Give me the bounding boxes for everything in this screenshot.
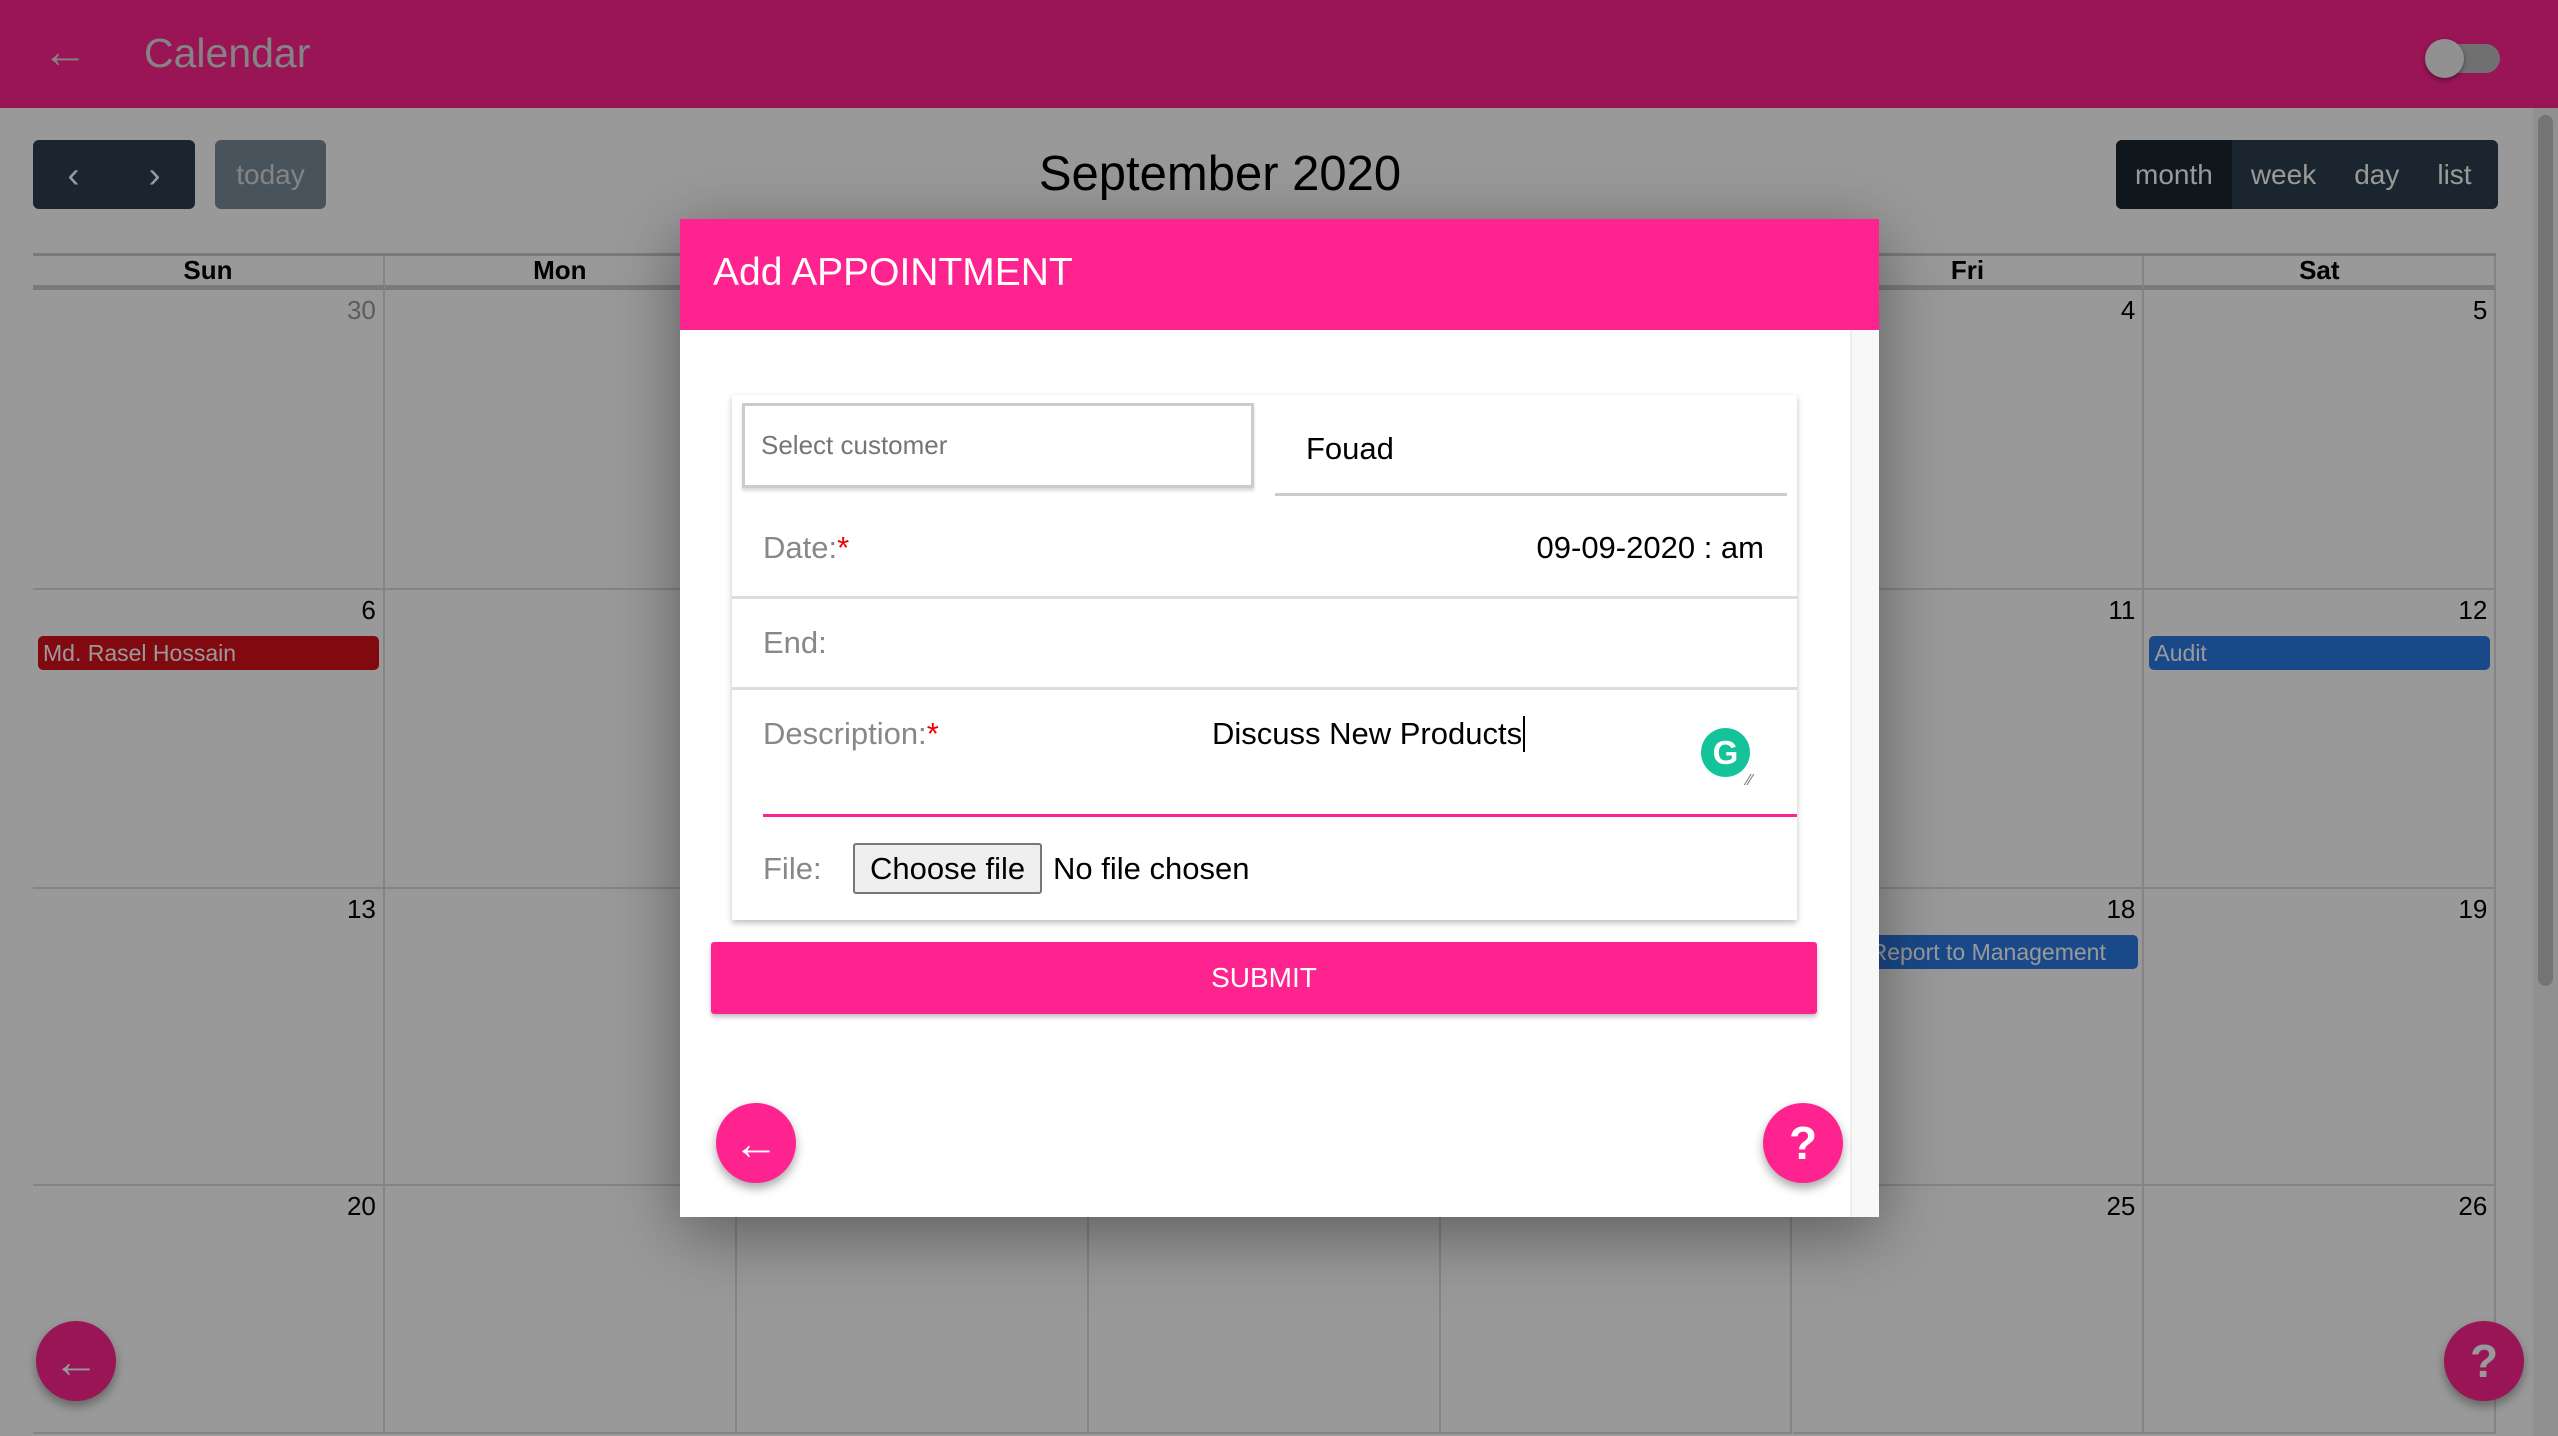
grammarly-icon[interactable]: G [1701, 728, 1750, 777]
end-row[interactable]: End: [732, 599, 1797, 690]
date-value[interactable]: 09-09-2020 : am [1537, 530, 1764, 566]
description-label: Description:* [763, 716, 939, 752]
required-mark: * [926, 716, 939, 751]
modal-back-fab[interactable]: ← [716, 1103, 796, 1183]
required-mark: * [837, 530, 850, 565]
no-file-text: No file chosen [1053, 851, 1250, 886]
description-label-text: Description: [763, 716, 927, 751]
resize-handle-icon[interactable]: ⁄⁄ [1747, 772, 1752, 790]
select-customer-input[interactable] [742, 403, 1254, 488]
file-label: File: [763, 851, 822, 886]
description-textarea[interactable]: Discuss New Products [1212, 716, 1526, 752]
stage: ← Calendar ‹ › today September 2020 mont… [0, 0, 2558, 1436]
submit-button[interactable]: SUBMIT [711, 942, 1817, 1014]
modal-title: Add APPOINTMENT [680, 219, 1879, 330]
modal-scrollbar[interactable] [1850, 330, 1879, 1217]
date-label: Date:* [763, 530, 849, 566]
customer-name-field[interactable]: Fouad [1275, 403, 1787, 496]
modal-help-fab[interactable]: ? [1763, 1103, 1843, 1183]
date-row[interactable]: Date:* 09-09-2020 : am [732, 498, 1797, 599]
file-row: File: Choose file No file chosen [732, 817, 1797, 920]
add-appointment-modal: Add APPOINTMENT Fouad Date:* 09-09-2020 … [680, 219, 1879, 1217]
date-label-text: Date: [763, 530, 838, 565]
appointment-form: Fouad Date:* 09-09-2020 : am End: Descri… [732, 395, 1797, 920]
choose-file-button[interactable]: Choose file [853, 843, 1043, 894]
description-row: Description:* Discuss New Products G ⁄⁄ [732, 690, 1797, 817]
end-label: End: [763, 625, 827, 660]
